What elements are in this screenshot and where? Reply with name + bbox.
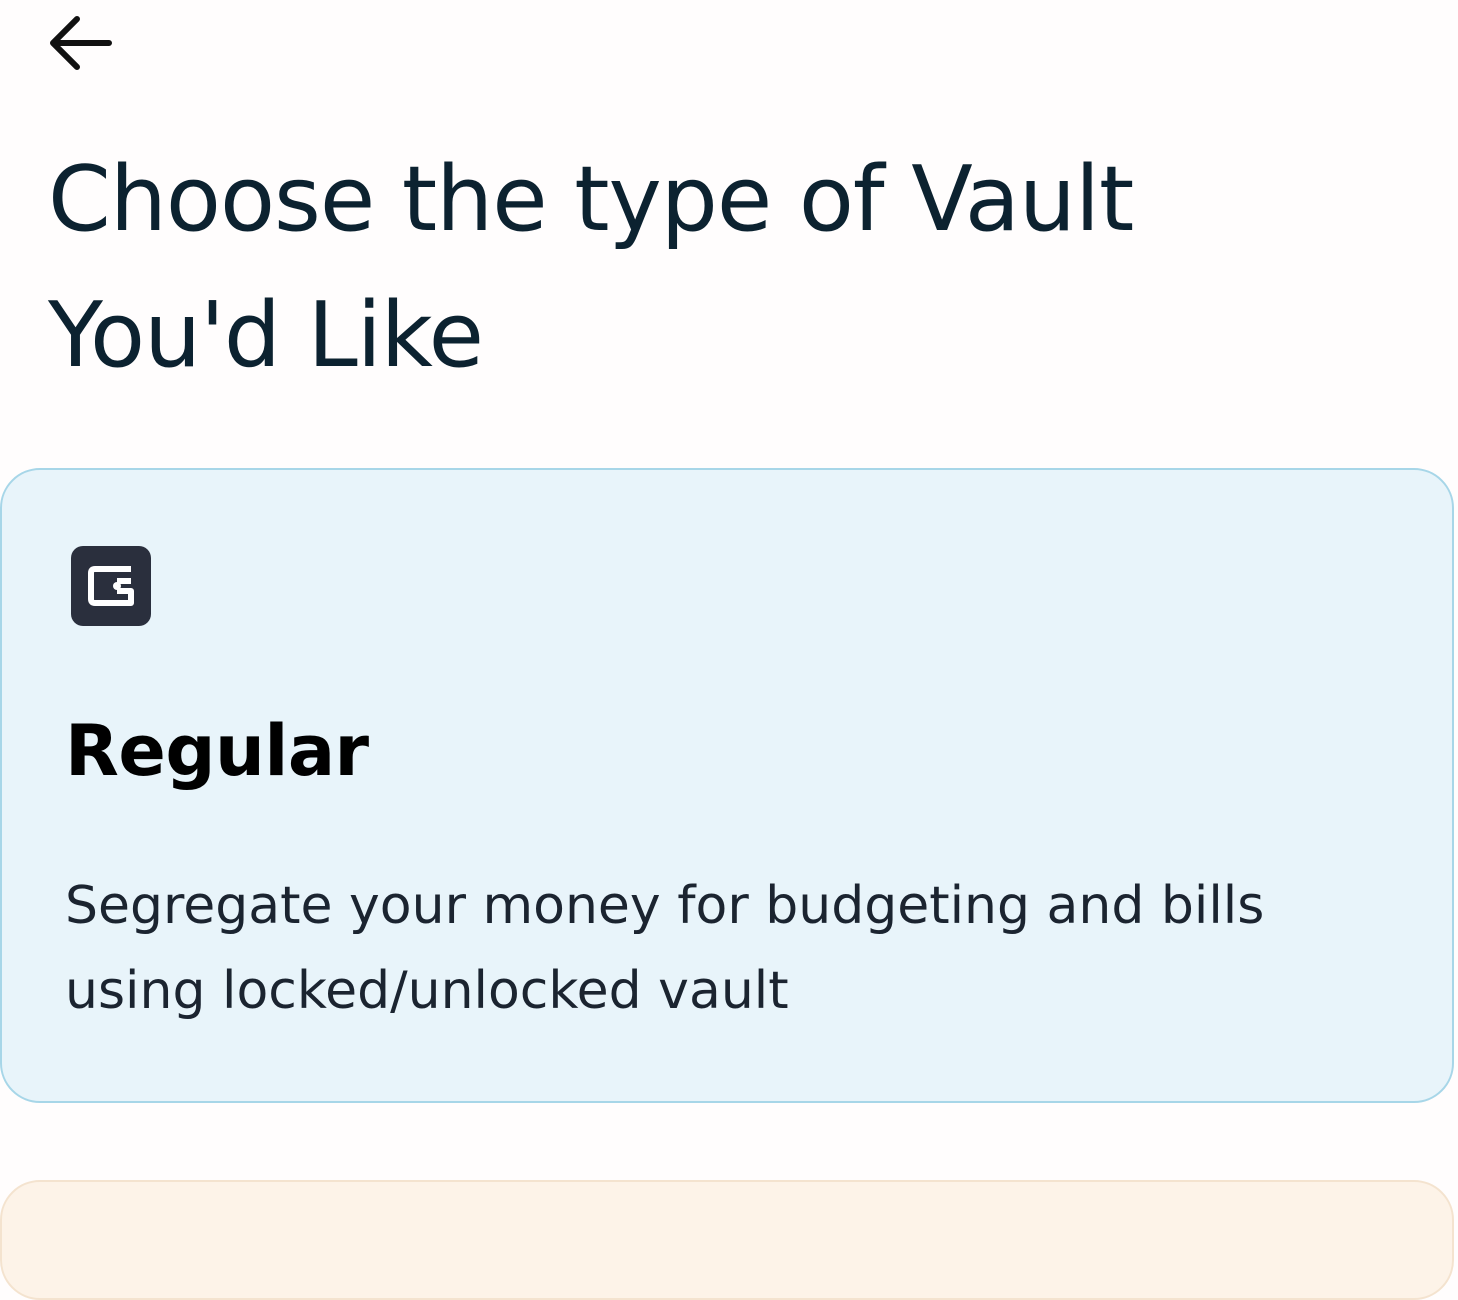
vault-option-regular[interactable]: Regular Segregate your money for budgeti… <box>0 468 1454 1103</box>
page-title: Choose the type of Vault You'd Like <box>48 147 1134 388</box>
arrow-left-icon <box>45 13 115 73</box>
vault-option-card[interactable] <box>0 1180 1454 1300</box>
option-description: Segregate your money for budgeting and b… <box>65 876 1265 1021</box>
option-title: Regular <box>65 710 369 792</box>
vault-c-icon <box>71 546 151 626</box>
back-button[interactable] <box>44 12 116 74</box>
